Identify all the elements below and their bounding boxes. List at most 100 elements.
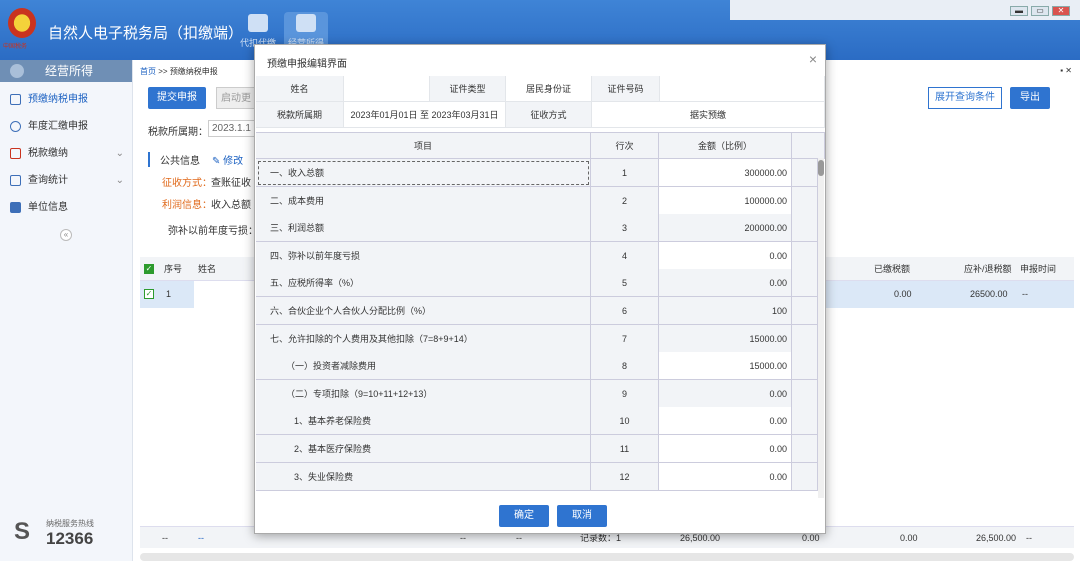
row-extra-cell	[792, 214, 818, 243]
period-input[interactable]: 2023.1.1	[208, 120, 255, 137]
period-label: 税款所属期	[256, 102, 344, 128]
table-row: 3、失业保险费 12 0.00	[256, 462, 818, 491]
levy-label: 征收方式	[506, 102, 592, 128]
breadcrumb-current: 预缴纳税申报	[169, 67, 218, 76]
row-amount-input: 15000.00	[659, 324, 792, 353]
row-amount-input: 200000.00	[659, 214, 792, 243]
close-icon[interactable]: ×	[809, 51, 817, 67]
col-name: 姓名	[198, 264, 217, 274]
dialog-title: 预缴申报编辑界面	[267, 59, 347, 70]
row-extra-cell	[792, 297, 818, 325]
scrollbar-thumb[interactable]	[818, 160, 824, 176]
col-line: 行次	[591, 133, 659, 159]
table-row: 三、利润总额 3 200000.00	[256, 214, 818, 243]
vertical-scrollbar[interactable]	[818, 158, 824, 498]
coins-icon	[296, 14, 316, 32]
auto-button[interactable]: 启动更	[216, 87, 256, 109]
row-line-number: 6	[591, 297, 659, 325]
row-amount-input[interactable]: 0.00	[659, 241, 792, 270]
row-item-name: 2、基本医疗保险费	[256, 435, 591, 463]
row-amount-input[interactable]: 0.00	[659, 462, 792, 491]
sum-cell: 26,500.00	[976, 533, 1017, 543]
sidebar-item-annual[interactable]: 年度汇缴申报	[0, 113, 132, 140]
declaration-table: 项目 行次 金额（比例） 一、收入总额 1 300000.00 二、成本费用 2 1000…	[256, 132, 825, 496]
profit-label: 利润信息：	[162, 200, 212, 211]
sidebar-item-label: 年度汇缴申报	[28, 121, 88, 132]
row-amount-input: 0.00	[659, 379, 792, 408]
sum-cell: --	[1026, 533, 1032, 543]
row-extra-cell	[792, 379, 818, 408]
hotline-number: 12366	[46, 529, 94, 548]
table-row: 1、基本养老保险费 10 0.00	[256, 407, 818, 436]
id-no-label: 证件号码	[592, 76, 660, 102]
loss-label: 弥补以前年度亏损：	[168, 226, 258, 237]
table-row: 五、应税所得率（%） 5 0.00	[256, 269, 818, 298]
table-row: 一、收入总额 1 300000.00	[256, 159, 818, 187]
row-name	[194, 281, 254, 308]
row-line-number: 4	[591, 241, 659, 270]
row-amount-input[interactable]: 0.00	[659, 407, 792, 436]
row-amount-input[interactable]: 15000.00	[659, 352, 792, 381]
sidebar-item-query[interactable]: 查询统计 ⌄	[0, 167, 132, 194]
row-extra-cell	[792, 324, 818, 353]
id-no-value	[660, 76, 825, 102]
sidebar-item-label: 单位信息	[28, 202, 68, 213]
row-line-number: 2	[591, 186, 659, 215]
maximize-button[interactable]: ▭	[1031, 6, 1049, 16]
sidebar-title: 经营所得	[45, 64, 94, 78]
breadcrumb-home[interactable]: 首页	[140, 67, 156, 76]
id-type-value: 居民身份证	[506, 76, 592, 102]
row-amount-input: 100	[659, 297, 792, 325]
horizontal-scrollbar[interactable]	[140, 553, 1074, 561]
collapse-sidebar-button[interactable]: «	[60, 229, 72, 241]
public-info-label: 公共信息	[148, 152, 200, 167]
table-row: （一）投资者减除费用 8 15000.00	[256, 352, 818, 381]
row-item-name: （一）投资者减除费用	[256, 352, 591, 381]
edit-link[interactable]: ✎ 修改	[212, 152, 243, 167]
row-amount-input[interactable]: 0.00	[659, 435, 792, 463]
row-time: --	[1022, 289, 1028, 299]
business-icon	[10, 64, 24, 78]
sidebar-item-label: 预缴纳税申报	[28, 94, 88, 105]
sidebar-item-payment[interactable]: 税款缴纳 ⌄	[0, 140, 132, 167]
row-extra-cell	[792, 159, 818, 187]
table-row: 二、成本费用 2 100000.00	[256, 186, 818, 215]
row-index: 1	[166, 289, 172, 299]
expand-query-button[interactable]: 展开查询条件	[928, 87, 1002, 109]
submit-button[interactable]: 提交申报	[148, 87, 206, 109]
sidebar-item-unit[interactable]: 单位信息	[0, 194, 132, 221]
export-button[interactable]: 导出	[1010, 87, 1050, 109]
levy-value: 据实预缴	[592, 102, 825, 128]
row-item-name: 四、弥补以前年度亏损	[256, 241, 591, 270]
table-row: 六、合伙企业个人合伙人分配比例（%） 6 100	[256, 297, 818, 325]
row-amount-input[interactable]: 100000.00	[659, 186, 792, 215]
row-line-number: 9	[591, 379, 659, 408]
table-row: 四、弥补以前年度亏损 4 0.00	[256, 241, 818, 270]
minimize-button[interactable]: ▬	[1010, 6, 1028, 16]
cancel-button[interactable]: 取消	[557, 505, 607, 527]
row-item-name: 三、利润总额	[256, 214, 591, 243]
chevron-down-icon: ⌄	[115, 148, 124, 159]
close-window-button[interactable]: ✕	[1052, 6, 1070, 16]
sidebar-item-prepay[interactable]: 预缴纳税申报	[0, 86, 132, 113]
unit-icon	[10, 202, 21, 213]
col-due: 应补/退税额	[964, 264, 1012, 274]
row-line-number: 10	[591, 407, 659, 436]
confirm-button[interactable]: 确定	[499, 505, 549, 527]
prepay-edit-dialog: 预缴申报编辑界面 × 姓名 证件类型 居民身份证 证件号码 税款所属期 2023…	[254, 44, 826, 534]
row-item-name: 七、允许扣除的个人费用及其他扣除（7=8+9+14）	[256, 324, 591, 353]
row-item-name: 五、应税所得率（%）	[256, 269, 591, 298]
edit-label: 修改	[223, 156, 244, 167]
row-extra-cell	[792, 269, 818, 298]
row-line-number: 5	[591, 269, 659, 298]
row-extra-cell	[792, 186, 818, 215]
wallet-icon	[248, 14, 268, 32]
select-all-checkbox[interactable]: ✓	[144, 264, 154, 274]
panel-controls-icon[interactable]: ▪ ✕	[1060, 66, 1072, 75]
table-row: （二）专项扣除（9=10+11+12+13） 9 0.00	[256, 379, 818, 408]
row-line-number: 3	[591, 214, 659, 243]
row-amount-input[interactable]: 300000.00	[659, 159, 792, 187]
chevron-down-icon: ⌄	[115, 175, 124, 186]
row-checkbox[interactable]: ✓	[144, 289, 154, 299]
hotline: S 纳税服务热线 12366	[14, 518, 124, 554]
